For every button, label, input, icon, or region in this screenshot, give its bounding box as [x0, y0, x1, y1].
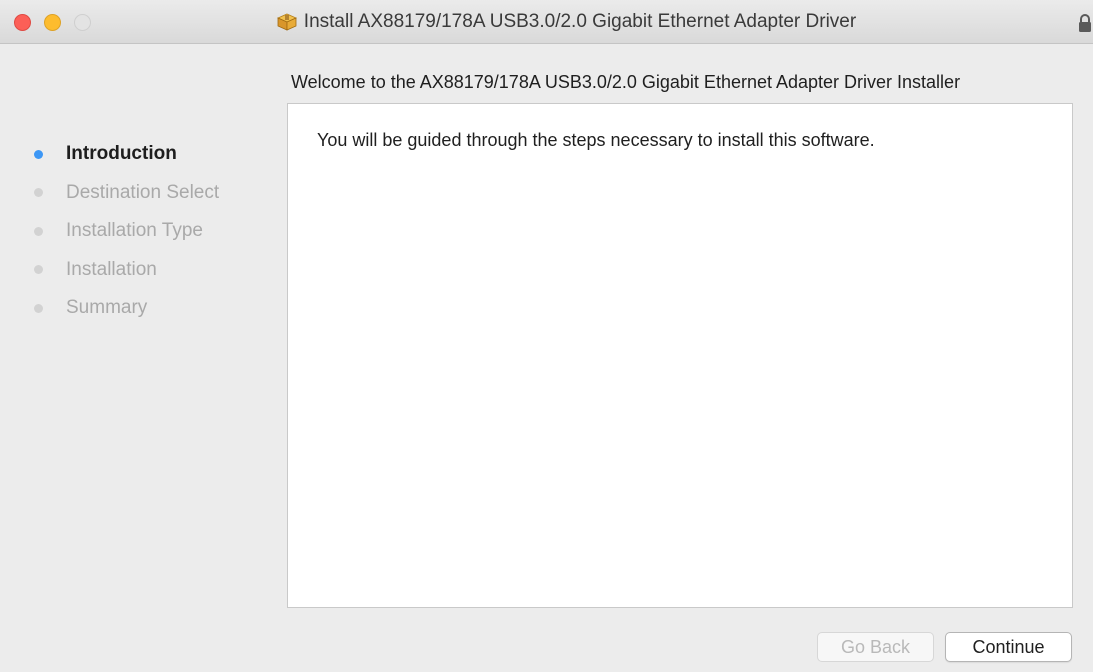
step-label: Installation Type	[66, 220, 203, 242]
step-installation-type: Installation Type	[34, 212, 219, 251]
package-icon	[276, 13, 297, 31]
step-label: Destination Select	[66, 181, 220, 203]
step-installation: Installation	[34, 251, 219, 290]
step-summary: Summary	[34, 289, 219, 328]
step-indicator-dot	[34, 188, 43, 198]
step-label: Introduction	[66, 143, 177, 165]
step-label: Installation	[66, 258, 157, 280]
step-destination-select: Destination Select	[34, 174, 219, 213]
step-indicator-dot	[34, 226, 43, 236]
title-bar[interactable]: Install AX88179/178A USB3.0/2.0 Gigabit …	[0, 0, 1093, 44]
introduction-text: You will be guided through the steps nec…	[317, 130, 875, 150]
step-indicator-dot	[34, 265, 43, 275]
go-back-button[interactable]: Go Back	[817, 632, 934, 662]
installer-window: Install AX88179/178A USB3.0/2.0 Gigabit …	[0, 0, 1093, 672]
installer-steps-list: Introduction Destination Select Installa…	[34, 135, 219, 328]
step-label: Summary	[66, 297, 148, 319]
continue-button[interactable]: Continue	[945, 632, 1072, 662]
lock-icon[interactable]	[1077, 13, 1093, 33]
step-indicator-dot	[34, 149, 43, 159]
step-indicator-dot	[34, 303, 43, 313]
window-title-area: Install AX88179/178A USB3.0/2.0 Gigabit …	[0, 0, 1093, 44]
window-title: Install AX88179/178A USB3.0/2.0 Gigabit …	[303, 11, 857, 32]
content-panel[interactable]: You will be guided through the steps nec…	[287, 103, 1073, 608]
step-introduction: Introduction	[34, 135, 219, 174]
installer-heading: Welcome to the AX88179/178A USB3.0/2.0 G…	[291, 72, 961, 92]
